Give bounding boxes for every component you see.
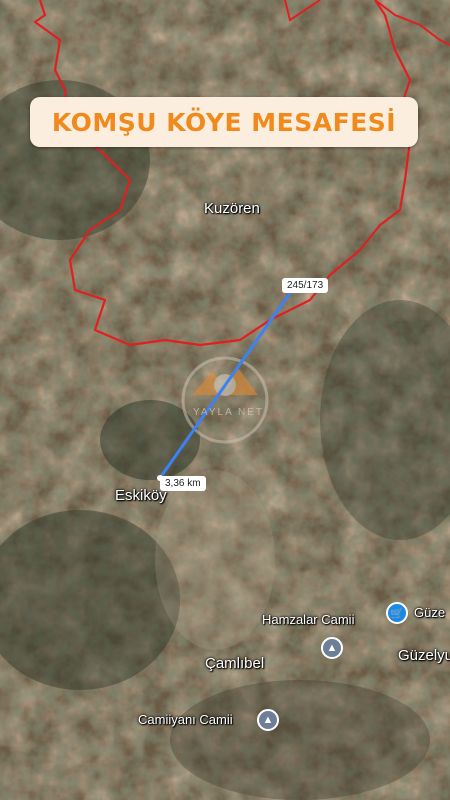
poi-label-hamzalar-camii[interactable]: Hamzalar Camii [262,612,354,627]
distance-label: 3,36 km [160,476,206,491]
place-label-kuzoren[interactable]: Kuzören [204,200,260,217]
shopping-pin-icon[interactable]: 🛒 [386,602,408,624]
place-label-camlibel[interactable]: Çamlıbel [205,655,264,672]
place-label-eskikoy[interactable]: Eskiköy [115,487,167,504]
title-banner: KOMŞU KÖYE MESAFESİ [30,97,418,147]
mosque-pin-icon[interactable]: ▲ [257,709,279,731]
measure-label-top: 245/173 [282,278,329,293]
watermark-text: YAYLA NET [193,407,264,418]
place-label-guzelyurt[interactable]: Güzelyur [398,647,450,664]
mosque-pin-icon[interactable]: ▲ [321,637,343,659]
poi-label-camiiyani-camii[interactable]: Camiiyanı Camii [138,712,233,727]
title-text: KOMŞU KÖYE MESAFESİ [51,107,397,137]
poi-label-guzel-shop[interactable]: Güze [414,605,445,620]
